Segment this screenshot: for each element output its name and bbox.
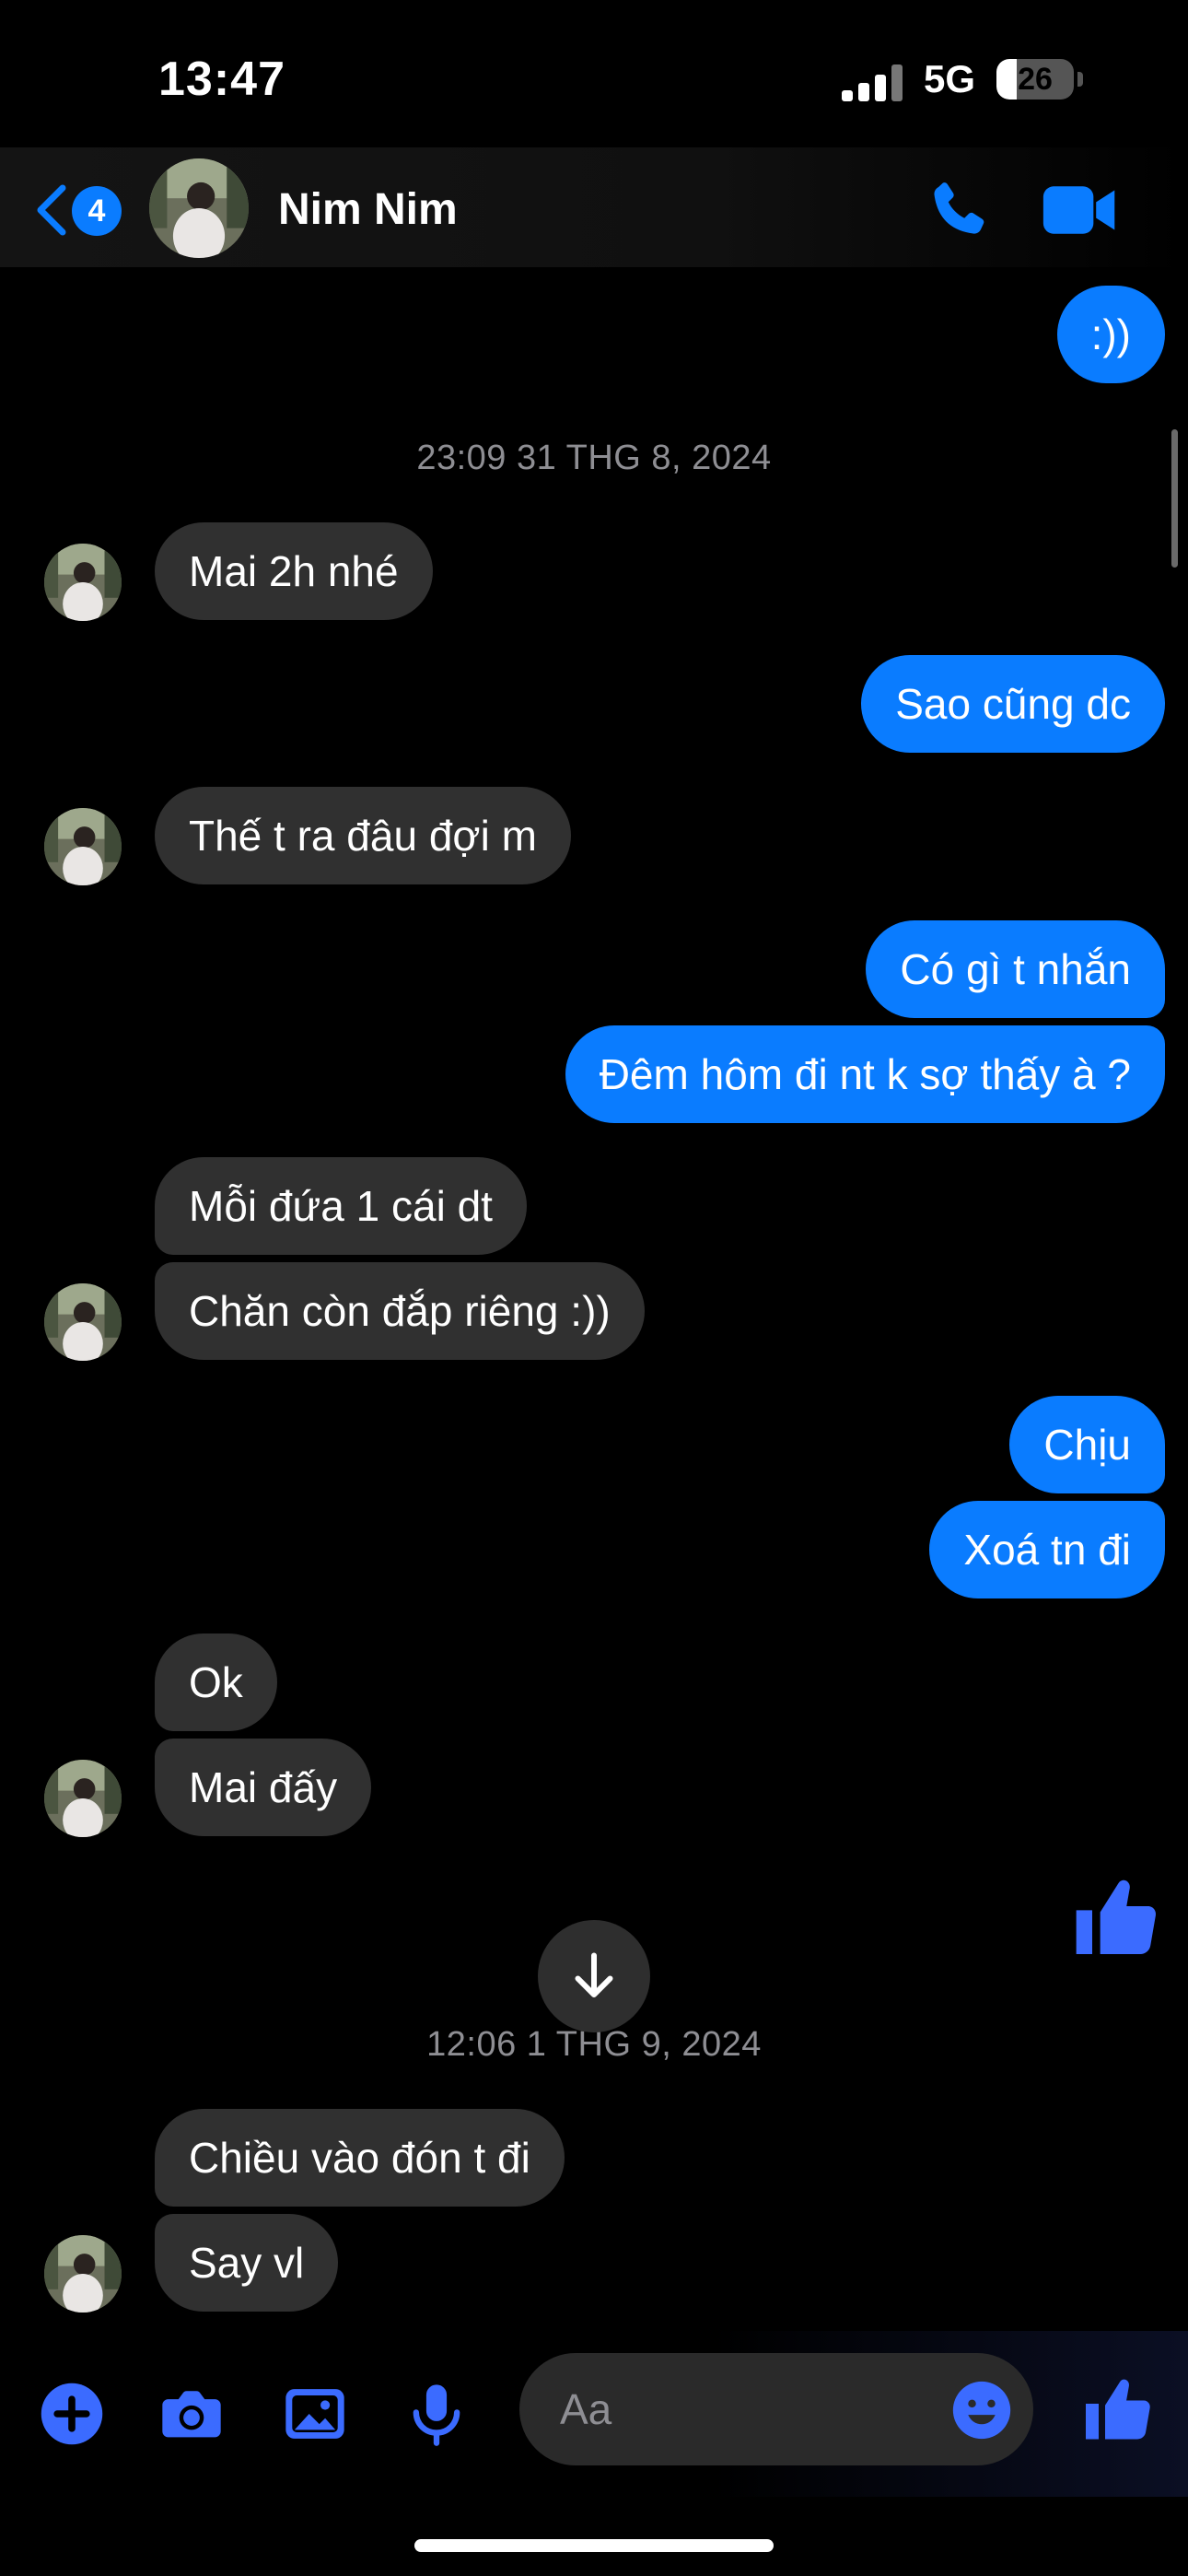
composer-bar <box>0 2331 1188 2497</box>
incoming-message[interactable]: Mai đấy <box>155 1739 372 1836</box>
outgoing-message[interactable]: :)) <box>1056 286 1165 383</box>
network-type: 5G <box>924 57 976 100</box>
battery-icon: 26 <box>996 59 1074 100</box>
outgoing-message[interactable]: Xoá tn đi <box>929 1501 1165 1598</box>
gallery-button[interactable] <box>280 2379 350 2449</box>
camera-button[interactable] <box>157 2379 227 2449</box>
thumbs-up-icon <box>1076 1879 1157 1954</box>
incoming-message[interactable]: Ok <box>155 1633 277 1731</box>
avatar-image <box>44 544 122 621</box>
outgoing-message[interactable]: Sao cũng dc <box>861 655 1165 753</box>
battery-level: 26 <box>1018 62 1053 97</box>
battery-tip <box>1077 72 1083 87</box>
incoming-message[interactable]: Say vl <box>155 2214 339 2312</box>
timestamp: 23:09 31 THG 8, 2024 <box>416 439 772 477</box>
video-camera-icon <box>1042 186 1115 234</box>
sender-avatar[interactable] <box>44 2235 122 2313</box>
phone-icon <box>934 182 984 234</box>
avatar-image <box>44 808 122 885</box>
incoming-message[interactable]: Chăn còn đắp riêng :)) <box>155 1262 645 1360</box>
chevron-left-icon <box>37 184 66 236</box>
send-like-button[interactable] <box>1079 2371 1157 2449</box>
avatar-image <box>44 1760 122 1837</box>
avatar-image <box>149 158 249 258</box>
sender-avatar[interactable] <box>44 1283 122 1361</box>
sender-avatar[interactable] <box>44 1760 122 1837</box>
emoji-icon <box>952 2381 1011 2440</box>
unread-count-badge: 4 <box>72 186 122 236</box>
status-bar: 13:47 5G 26 <box>0 0 1188 147</box>
voice-message-button[interactable] <box>402 2379 472 2449</box>
incoming-message[interactable]: Mỗi đứa 1 cái dt <box>155 1157 527 1255</box>
message-input[interactable] <box>560 2353 947 2465</box>
image-icon <box>285 2389 344 2439</box>
camera-icon <box>162 2391 221 2438</box>
avatar-image <box>44 1283 122 1361</box>
back-button[interactable]: 4 <box>33 181 134 240</box>
incoming-message[interactable]: Thế t ra đâu đợi m <box>155 787 571 884</box>
sent-thumbs-up-message[interactable] <box>1068 1870 1164 1966</box>
thumbs-up-icon <box>1086 2379 1150 2440</box>
incoming-message[interactable]: Chiều vào đón t đi <box>155 2109 565 2207</box>
avatar-image <box>44 2235 122 2313</box>
home-indicator <box>414 2539 774 2552</box>
outgoing-message[interactable]: Đêm hôm đi nt k sợ thấy à ? <box>565 1025 1165 1123</box>
contact-name[interactable]: Nim Nim <box>278 184 458 235</box>
arrow-down-icon <box>575 1952 613 1997</box>
cellular-signal-icon <box>842 64 903 101</box>
audio-call-button[interactable] <box>925 177 991 243</box>
chat-header: 4 Nim Nim <box>0 147 1188 267</box>
status-time: 13:47 <box>158 53 285 106</box>
scroll-to-bottom-button[interactable] <box>538 1920 650 2032</box>
outgoing-message[interactable]: Chịu <box>1009 1396 1165 1493</box>
message-input-container[interactable] <box>519 2353 1033 2465</box>
incoming-message[interactable]: Mai 2h nhé <box>155 522 433 620</box>
contact-avatar[interactable] <box>149 158 249 258</box>
microphone-icon <box>413 2384 460 2446</box>
outgoing-message[interactable]: Có gì t nhắn <box>866 920 1165 1018</box>
emoji-button[interactable] <box>950 2379 1013 2441</box>
video-call-button[interactable] <box>1041 181 1120 240</box>
sender-avatar[interactable] <box>44 544 122 621</box>
more-actions-button[interactable] <box>37 2379 107 2449</box>
sender-avatar[interactable] <box>44 808 122 885</box>
plus-icon <box>41 2383 103 2445</box>
